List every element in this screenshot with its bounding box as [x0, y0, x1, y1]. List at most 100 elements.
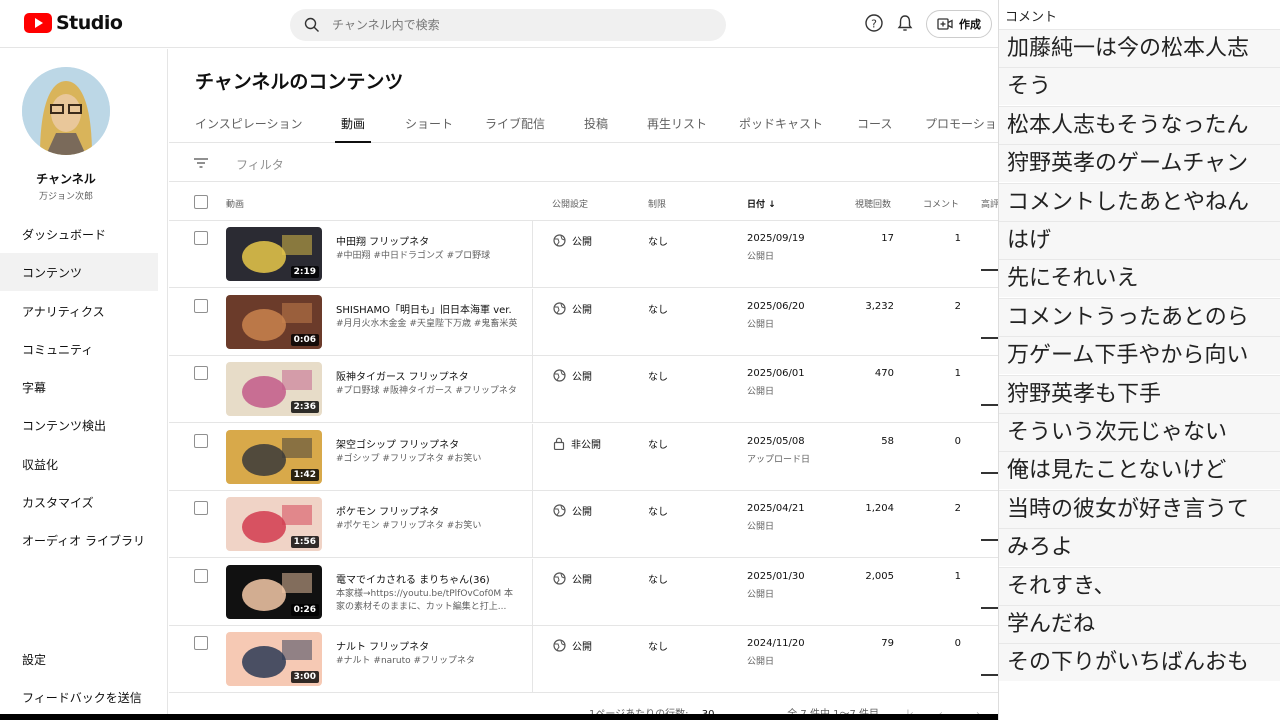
- sidebar-item-community[interactable]: コミュニティ: [0, 330, 158, 368]
- sidebar-item-monetization[interactable]: 収益化: [0, 445, 158, 483]
- video-duration: 2:36: [290, 401, 319, 413]
- video-thumbnail[interactable]: 1:42: [226, 429, 322, 484]
- channel-avatar[interactable]: [22, 67, 110, 155]
- video-title[interactable]: SHISHAMO「明日も」旧日本海軍 ver.: [336, 301, 521, 316]
- globe-icon: [553, 639, 566, 652]
- tab-shorts[interactable]: ショート: [405, 107, 453, 143]
- video-title[interactable]: ポケモン フリップネタ: [336, 503, 521, 518]
- views-cell: 58: [881, 435, 894, 447]
- column-comments[interactable]: コメント: [923, 197, 959, 210]
- sidebar-item-send-feedback[interactable]: フィードバックを送信: [0, 678, 158, 716]
- table-row[interactable]: 3:00 ナルト フリップネタ #ナルト #naruto #フリップネタ 公開 なし 20…: [169, 626, 998, 693]
- tab-posts[interactable]: 投稿: [584, 107, 608, 143]
- globe-icon: [553, 369, 566, 382]
- row-checkbox[interactable]: [194, 636, 208, 650]
- youtube-studio-logo[interactable]: Studio: [24, 12, 123, 34]
- tab-videos[interactable]: 動画: [335, 107, 372, 143]
- sidebar-item-content-detection[interactable]: コンテンツ検出: [0, 406, 158, 444]
- help-icon[interactable]: ?: [864, 13, 884, 33]
- visibility-cell[interactable]: 公開: [553, 571, 592, 586]
- visibility-cell[interactable]: 公開: [553, 233, 592, 248]
- likes-bar: [981, 471, 998, 474]
- video-thumbnail[interactable]: 2:19: [226, 227, 322, 281]
- channel-handle: 万ジョン次郎: [38, 192, 93, 202]
- visibility-cell[interactable]: 公開: [553, 503, 592, 518]
- visibility-cell[interactable]: 公開: [553, 301, 592, 316]
- row-checkbox[interactable]: [194, 568, 208, 583]
- column-date[interactable]: 日付 ↓: [747, 197, 776, 210]
- sidebar-item-customize[interactable]: カスタマイズ: [0, 483, 158, 521]
- video-title[interactable]: 中田翔 フリップネタ: [336, 233, 521, 248]
- video-thumbnail[interactable]: 0:26: [226, 564, 322, 619]
- filter-bar[interactable]: フィルタ: [169, 144, 998, 182]
- date-type-label: 公開日: [747, 589, 775, 600]
- tab-live[interactable]: ライブ配信: [485, 107, 545, 143]
- restriction-cell: なし: [648, 439, 668, 451]
- tab-podcasts[interactable]: ポッドキャスト: [739, 107, 823, 143]
- row-checkbox[interactable]: [194, 433, 208, 448]
- table-row[interactable]: 2:36 阪神タイガース フリップネタ #プロ野球 #阪神タイガース #フリップネタ…: [169, 356, 998, 423]
- row-checkbox[interactable]: [194, 231, 208, 245]
- create-video-icon: [937, 18, 953, 30]
- video-thumbnail[interactable]: 0:06: [226, 294, 322, 349]
- row-checkbox[interactable]: [194, 501, 208, 515]
- filter-icon[interactable]: [193, 157, 209, 169]
- search-input[interactable]: [332, 18, 712, 32]
- video-title[interactable]: 架空ゴシップ フリップネタ: [336, 436, 521, 451]
- sidebar-item-audio-library[interactable]: オーディオ ライブラリ: [0, 521, 158, 559]
- column-visibility[interactable]: 公開設定: [552, 197, 588, 210]
- column-views[interactable]: 視聴回数: [855, 197, 891, 210]
- row-checkbox[interactable]: [194, 366, 208, 380]
- column-divider: [532, 491, 533, 558]
- video-description: #中田翔 #中日ドラゴンズ #プロ野球: [336, 251, 491, 261]
- create-button[interactable]: 作成: [926, 10, 992, 38]
- comment-item: コメントうったあとのら: [999, 297, 1280, 336]
- likes-bar: [981, 404, 998, 406]
- video-thumbnail[interactable]: 1:56: [226, 497, 322, 551]
- visibility-cell[interactable]: 非公開: [553, 436, 601, 451]
- notifications-bell-icon[interactable]: [895, 13, 915, 33]
- tab-courses[interactable]: コース: [857, 107, 892, 143]
- content-tabs: インスピレーション 動画 ショート ライブ配信 投稿 再生リスト ポッドキャスト…: [169, 107, 998, 143]
- sidebar-item-subtitles[interactable]: 字幕: [0, 368, 158, 406]
- likes-bar: [981, 606, 998, 609]
- table-row[interactable]: 2:19 中田翔 フリップネタ #中田翔 #中日ドラゴンズ #プロ野球 公開 なし 202…: [169, 221, 998, 288]
- comments-cell: 1: [954, 570, 961, 582]
- table-row[interactable]: 1:42 架空ゴシップ フリップネタ #ゴシップ #フリップネタ #お笑い 非公開 なし…: [169, 423, 998, 491]
- visibility-cell[interactable]: 公開: [553, 638, 592, 653]
- row-checkbox[interactable]: [194, 298, 208, 313]
- tab-promotions[interactable]: プロモーショ: [925, 107, 997, 143]
- sidebar-item-content[interactable]: コンテンツ: [0, 253, 158, 291]
- visibility-label: 公開: [572, 372, 592, 383]
- views-cell: 2,005: [865, 570, 894, 582]
- sidebar-item-analytics[interactable]: アナリティクス: [0, 292, 158, 330]
- search-box[interactable]: [290, 9, 726, 41]
- select-all-checkbox[interactable]: [194, 195, 208, 209]
- video-title[interactable]: 阪神タイガース フリップネタ: [336, 368, 521, 383]
- likes-bar: [981, 336, 998, 339]
- comments-cell: 0: [954, 638, 961, 649]
- column-divider: [532, 423, 533, 491]
- comment-item: 狩野英孝も下手: [999, 374, 1280, 413]
- column-likes[interactable]: 高評: [981, 197, 998, 210]
- date-cell: 2025/09/19: [747, 233, 805, 244]
- table-row[interactable]: 0:06 SHISHAMO「明日も」旧日本海軍 ver. #月月火水木金金 #天皇陛…: [169, 288, 998, 356]
- table-row[interactable]: 1:56 ポケモン フリップネタ #ポケモン #フリップネタ #お笑い 公開 なし 202…: [169, 491, 998, 558]
- visibility-label: 公開: [572, 642, 592, 653]
- column-restriction[interactable]: 制限: [648, 197, 666, 210]
- restriction-cell: なし: [648, 574, 668, 586]
- svg-text:?: ?: [871, 18, 877, 31]
- video-thumbnail[interactable]: 3:00: [226, 632, 322, 686]
- likes-bar: [981, 269, 998, 271]
- video-title[interactable]: 電マでイカされる まりちゃん(36): [336, 571, 521, 586]
- video-thumbnail[interactable]: 2:36: [226, 362, 322, 416]
- video-title[interactable]: ナルト フリップネタ: [336, 638, 521, 653]
- table-row[interactable]: 0:26 電マでイカされる まりちゃん(36) 本家様→https://youtu.…: [169, 558, 998, 626]
- sidebar-item-settings[interactable]: 設定: [0, 640, 158, 678]
- search-icon: [304, 17, 319, 32]
- sidebar-item-dashboard[interactable]: ダッシュボード: [0, 215, 158, 253]
- tab-inspiration[interactable]: インスピレーション: [195, 107, 303, 143]
- visibility-cell[interactable]: 公開: [553, 368, 592, 383]
- comments-cell: 0: [954, 435, 961, 447]
- tab-playlists[interactable]: 再生リスト: [647, 107, 707, 143]
